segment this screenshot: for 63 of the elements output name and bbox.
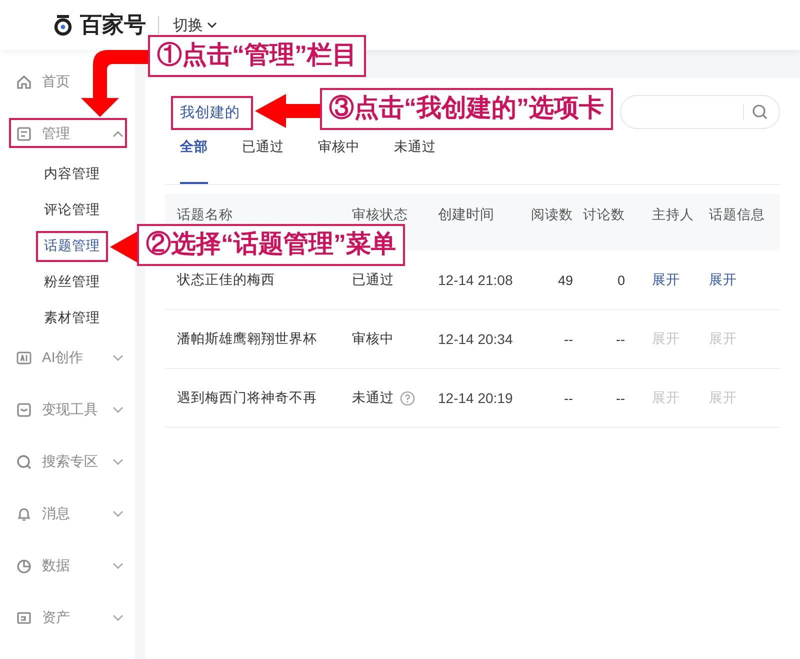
column-header: 阅读数	[531, 206, 574, 224]
sidebar-item[interactable]: 首页	[0, 67, 135, 97]
sidebar-item[interactable]: 变现工具	[0, 395, 135, 425]
column-header: 审核状态	[351, 206, 409, 224]
table-cell-text: 遇到梅西门将神奇不再	[176, 389, 318, 407]
column-header: 讨论数	[583, 206, 626, 224]
table-cell-text: 状态正佳的梅西	[176, 271, 276, 289]
table-cell-text: 潘帕斯雄鹰翱翔世界杯	[176, 330, 318, 348]
status-text: 已通过	[352, 271, 394, 289]
table-cell-text: 12-14 20:34	[437, 331, 514, 347]
submenu-item[interactable]: 素材管理	[44, 308, 100, 328]
filter-tab[interactable]: 审核中	[318, 136, 360, 184]
ai-icon	[16, 350, 32, 366]
sidebar-item[interactable]: AI创作	[0, 343, 135, 373]
wallet-icon	[16, 610, 32, 626]
arrow	[81, 50, 150, 117]
logo-icon	[52, 14, 74, 36]
submenu-item[interactable]: 粉丝管理	[44, 272, 100, 292]
submenu-item[interactable]: 内容管理	[44, 164, 100, 184]
sidebar-item[interactable]: 资产	[0, 603, 135, 633]
column-header: 话题信息	[708, 206, 766, 224]
sidebar-item[interactable]: 管理	[0, 119, 135, 149]
table-cell-text: 12-14 20:19	[437, 390, 514, 406]
document-icon	[16, 126, 32, 142]
sidebar-item[interactable]: 消息	[0, 499, 135, 529]
table-cell-text: --	[564, 390, 574, 406]
submenu-item[interactable]: 话题管理	[44, 236, 100, 256]
highlight-frame	[36, 231, 108, 262]
table-cell-text: --	[616, 390, 626, 406]
bag-icon	[16, 402, 32, 418]
filter-tab[interactable]: 已通过	[242, 136, 284, 184]
table-cell-text: --	[564, 332, 574, 346]
table-cell-text: 49	[558, 272, 574, 288]
callout-label: ③点击“我创建的”选项卡	[320, 88, 613, 130]
table-cell-text: 0	[617, 272, 626, 288]
switch-button[interactable]: 切换	[173, 16, 217, 34]
table-cell-text: --	[616, 332, 626, 346]
help-icon[interactable]	[400, 390, 415, 406]
search-icon	[16, 454, 32, 470]
status-text: 审核中	[352, 330, 394, 348]
table-cell-text: 12-14 21:08	[437, 272, 514, 288]
home-icon	[16, 74, 32, 90]
column-header: 主持人	[651, 206, 695, 224]
search-icon	[752, 104, 768, 120]
pie-chart-icon	[16, 558, 32, 574]
status-text: 未通过	[352, 389, 394, 407]
column-header: 话题名称	[176, 206, 234, 224]
filter-tab[interactable]: 全部	[180, 136, 208, 184]
caret-icon	[207, 21, 217, 29]
expand-link[interactable]: 展开	[709, 272, 737, 287]
logo-text: 百家号	[80, 11, 146, 39]
column-header: 创建时间	[437, 205, 495, 224]
tab[interactable]: 我创建的	[180, 102, 240, 122]
sidebar-item[interactable]: 搜索专区	[0, 447, 135, 477]
callout-label: ①点击“管理”栏目	[148, 35, 366, 77]
callout-label: ②选择“话题管理”菜单	[137, 224, 405, 266]
sidebar-item[interactable]: 数据	[0, 551, 135, 581]
filter-tab[interactable]: 未通过	[394, 136, 436, 184]
search-field[interactable]	[620, 95, 780, 129]
arrow	[255, 94, 322, 128]
expand-link[interactable]: 展开	[652, 272, 680, 287]
bell-icon	[16, 506, 32, 522]
submenu-item[interactable]: 评论管理	[44, 200, 100, 220]
